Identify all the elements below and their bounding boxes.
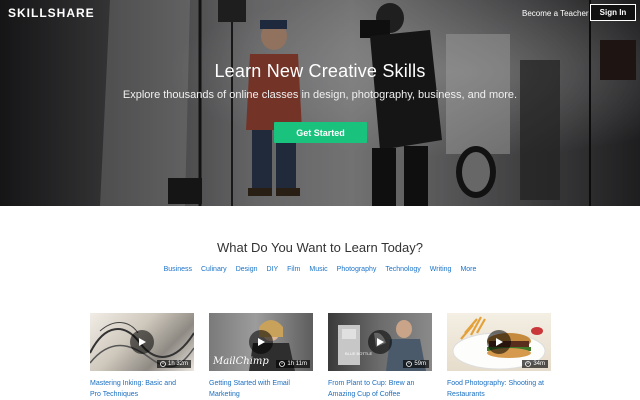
duration-badge: 59m (403, 360, 429, 368)
clock-icon (279, 361, 286, 367)
clock-icon (406, 361, 413, 367)
duration-badge: 1h 11m (276, 360, 310, 368)
duration-badge: 34m (522, 360, 548, 368)
section-title: What Do You Want to Learn Today? (217, 240, 423, 255)
class-title-line2[interactable]: Pro Techniques (90, 389, 194, 400)
class-thumbnail[interactable]: BLUE BOTTLE 59m (328, 313, 432, 371)
class-thumbnail[interactable]: MailChimp 1h 11m (209, 313, 313, 371)
category-nav: Business Culinary Design DIY Film Music … (0, 266, 640, 273)
class-title-line1[interactable]: From Plant to Cup: Brew an (328, 378, 432, 389)
duration-badge: 1h 32m (156, 360, 191, 368)
class-title[interactable]: Getting Started with Email Marketing (209, 378, 313, 400)
clock-icon (160, 361, 166, 367)
play-icon (377, 338, 384, 346)
get-started-button[interactable]: Get Started (274, 122, 367, 143)
class-title-line1[interactable]: Getting Started with Email (209, 378, 313, 389)
class-title-line1[interactable]: Mastering Inking: Basic and (90, 378, 194, 389)
duration-text: 1h 11m (287, 361, 307, 367)
play-icon (496, 338, 503, 346)
mailchimp-logo: MailChimp (213, 356, 269, 367)
sign-in-button[interactable]: Sign In (590, 4, 636, 21)
class-title[interactable]: Food Photography: Shooting at Restaurant… (447, 378, 551, 400)
hero-overlay (0, 0, 640, 206)
play-icon (258, 338, 265, 346)
clock-icon (525, 361, 532, 367)
category-writing[interactable]: Writing (430, 266, 452, 273)
category-business[interactable]: Business (164, 266, 192, 273)
category-diy[interactable]: DIY (266, 266, 278, 273)
category-culinary[interactable]: Culinary (201, 266, 227, 273)
category-more[interactable]: More (460, 266, 476, 273)
play-button[interactable] (130, 330, 154, 354)
class-title-line1[interactable]: Food Photography: Shooting at (447, 378, 551, 389)
class-card[interactable]: BLUE BOTTLE 59m From Plant to Cup: Brew … (328, 313, 432, 400)
hero-subtitle: Explore thousands of online classes in d… (122, 89, 518, 101)
class-card[interactable]: 1h 32m Mastering Inking: Basic and Pro T… (90, 313, 194, 400)
class-thumbnail[interactable]: 1h 32m (90, 313, 194, 371)
duration-text: 1h 32m (167, 361, 188, 367)
class-title-line2[interactable]: Amazing Cup of Coffee (328, 389, 432, 400)
become-teacher-link[interactable]: Become a Teacher (522, 9, 589, 18)
hero-title: Learn New Creative Skills (214, 61, 426, 81)
category-film[interactable]: Film (287, 266, 300, 273)
class-card-list: 1h 32m Mastering Inking: Basic and Pro T… (90, 313, 552, 400)
category-photography[interactable]: Photography (337, 266, 377, 273)
class-title[interactable]: From Plant to Cup: Brew an Amazing Cup o… (328, 378, 432, 400)
category-music[interactable]: Music (309, 266, 327, 273)
duration-text: 34m (533, 361, 545, 367)
category-design[interactable]: Design (236, 266, 258, 273)
duration-text: 59m (414, 361, 426, 367)
class-title-line2[interactable]: Marketing (209, 389, 313, 400)
brand-logo[interactable]: SKILLSHARE (8, 6, 95, 20)
blue-bottle-label: BLUE BOTTLE (345, 351, 373, 356)
class-thumbnail[interactable]: 34m (447, 313, 551, 371)
play-button[interactable] (368, 330, 392, 354)
category-technology[interactable]: Technology (385, 266, 420, 273)
class-card[interactable]: 34m Food Photography: Shooting at Restau… (447, 313, 551, 400)
class-title-line2[interactable]: Restaurants (447, 389, 551, 400)
class-title[interactable]: Mastering Inking: Basic and Pro Techniqu… (90, 378, 194, 400)
play-button[interactable] (487, 330, 511, 354)
play-button[interactable] (249, 330, 273, 354)
play-icon (139, 338, 146, 346)
class-card[interactable]: MailChimp 1h 11m Getting Started with Em… (209, 313, 313, 400)
hero-banner: SKILLSHARE Become a Teacher Sign In Lear… (0, 0, 640, 206)
